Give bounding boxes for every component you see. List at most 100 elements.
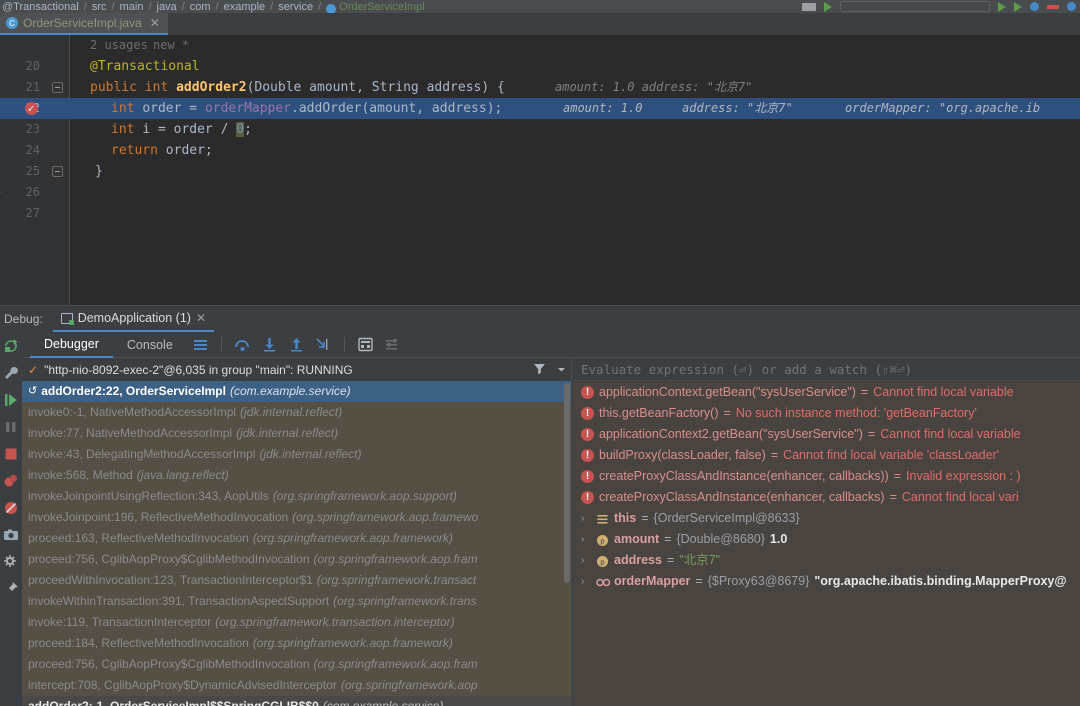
close-icon[interactable]: ✕ <box>150 16 160 30</box>
close-icon[interactable]: ✕ <box>196 311 206 325</box>
fold-marker-icon[interactable] <box>52 166 63 177</box>
variable-row-address[interactable]: › p address = "北京7" <box>573 550 1080 571</box>
line-number: 27 <box>25 206 40 220</box>
run-to-cursor-icon[interactable] <box>315 336 332 353</box>
breakpoint-icon[interactable] <box>25 99 38 120</box>
expand-chevron-icon[interactable]: › <box>581 550 591 571</box>
pause-program-icon[interactable] <box>3 419 19 435</box>
debug-session-tab[interactable]: DemoApplication (1) ✕ <box>52 306 215 332</box>
debug-button-icon[interactable] <box>1014 1 1022 12</box>
stop-icon[interactable] <box>3 446 19 462</box>
breadcrumb-item-2[interactable]: main <box>120 1 144 13</box>
view-breakpoints-icon[interactable] <box>3 473 19 489</box>
frames-list[interactable]: ↺ addOrder2:22, OrderServiceImpl (com.ex… <box>22 381 571 706</box>
frame-row[interactable]: invoke:77, NativeMethodAccessorImpl (jdk… <box>22 423 571 444</box>
expand-chevron-icon[interactable]: › <box>581 508 591 529</box>
frames-panel[interactable]: ✓ "http-nio-8092-exec-2"@6,035 in group … <box>22 359 572 706</box>
code-line-20[interactable]: 20 @Transactional <box>0 56 1080 77</box>
watch-row[interactable]: ! this.getBeanFactory() = No such instan… <box>573 403 1080 424</box>
settings-toolbar-icon[interactable] <box>1067 2 1076 11</box>
layout-settings-icon[interactable] <box>3 554 19 570</box>
code-token-return: return <box>111 143 166 158</box>
breadcrumb[interactable]: @Transactional / src / main / java / com… <box>0 0 1080 13</box>
variable-row-amount[interactable]: › p amount = {Double@8680} 1.0 <box>573 529 1080 550</box>
frame-row[interactable]: proceed:756, CglibAopProxy$CglibMethodIn… <box>22 549 571 570</box>
variables-list[interactable]: ! applicationContext.getBean("sysUserSer… <box>573 382 1080 706</box>
breadcrumb-item-4[interactable]: com <box>190 1 211 13</box>
thread-selector[interactable]: ✓ "http-nio-8092-exec-2"@6,035 in group … <box>22 359 571 381</box>
frame-row[interactable]: invokeJoinpoint:196, ReflectiveMethodInv… <box>22 507 571 528</box>
mute-breakpoints-icon[interactable] <box>3 500 19 516</box>
breadcrumb-item-5[interactable]: example <box>224 1 266 13</box>
frame-package: (org.springframework.transact <box>316 573 477 587</box>
frame-row[interactable]: invoke:43, DelegatingMethodAccessorImpl … <box>22 444 571 465</box>
resume-program-icon[interactable] <box>3 392 19 408</box>
breadcrumb-item-3[interactable]: java <box>157 1 177 13</box>
screenshot-icon[interactable] <box>3 527 19 543</box>
show-execution-point-icon[interactable] <box>192 336 209 353</box>
frame-row[interactable]: invoke:568, Method (java.lang.reflect) <box>22 465 571 486</box>
frame-package: (com.example.service) <box>322 699 444 706</box>
code-line-25[interactable]: 25 } <box>0 161 1080 182</box>
code-line-27[interactable]: 27 <box>0 203 1080 224</box>
frame-row[interactable]: proceed:184, ReflectiveMethodInvocation … <box>22 633 571 654</box>
editor-tab-orderserviceimpl[interactable]: C OrderServiceImpl.java ✕ <box>0 13 168 35</box>
expand-chevron-icon[interactable]: › <box>581 529 591 550</box>
code-line-24[interactable]: 24 return order; <box>0 140 1080 161</box>
breadcrumb-item-class[interactable]: OrderServiceImpl <box>339 1 425 13</box>
usages-hint[interactable]: 2 usages <box>80 35 148 56</box>
code-editor[interactable]: 2 usages new * 20 @Transactional 21 publ… <box>0 35 1080 305</box>
variable-equals: = <box>695 574 703 588</box>
code-line-23[interactable]: 23 int i = order / 0; <box>0 119 1080 140</box>
run-config-icon[interactable] <box>824 1 832 12</box>
code-line-21[interactable]: 21 public int addOrder2(Double amount, S… <box>0 77 1080 98</box>
project-icon[interactable] <box>802 2 816 11</box>
frame-row[interactable]: invokeWithinTransaction:391, Transaction… <box>22 591 571 612</box>
variables-panel[interactable]: Evaluate expression (⏎) or add a watch (… <box>573 359 1080 706</box>
frame-row-selected[interactable]: ↺ addOrder2:22, OrderServiceImpl (com.ex… <box>22 381 571 402</box>
step-out-icon[interactable] <box>288 336 305 353</box>
watch-row[interactable]: ! applicationContext.getBean("sysUserSer… <box>573 382 1080 403</box>
step-into-icon[interactable] <box>261 336 278 353</box>
evaluate-expression-icon[interactable] <box>357 336 374 353</box>
expand-chevron-icon[interactable]: › <box>581 571 591 592</box>
run-button-icon[interactable] <box>998 1 1006 12</box>
watch-row[interactable]: ! createProxyClassAndInstance(enhancer, … <box>573 487 1080 508</box>
breadcrumb-item-0[interactable]: @Transactional <box>2 1 79 13</box>
error-icon: ! <box>581 470 594 483</box>
settings-wrench-icon[interactable] <box>3 365 19 381</box>
variable-equals: = <box>641 511 649 525</box>
variable-row-ordermapper[interactable]: › orderMapper = {$Proxy63@8679} "org.apa… <box>573 571 1080 592</box>
run-configuration-selector[interactable] <box>840 1 990 12</box>
filter-icon[interactable] <box>533 362 546 380</box>
code-line-26[interactable]: 26 } <box>0 182 1080 203</box>
step-over-icon[interactable] <box>234 336 251 353</box>
frame-row[interactable]: addOrder2:-1, OrderServiceImpl$$SpringCG… <box>22 696 571 706</box>
frame-row[interactable]: invokeJoinpointUsingReflection:343, AopU… <box>22 486 571 507</box>
tab-debugger[interactable]: Debugger <box>30 332 113 358</box>
frame-row[interactable]: proceedWithInvocation:123, TransactionIn… <box>22 570 571 591</box>
chevron-down-icon[interactable] <box>556 362 567 380</box>
frames-scrollbar[interactable] <box>564 383 570 583</box>
rerun-icon[interactable] <box>3 338 19 354</box>
stop-toolbar-icon[interactable] <box>1047 4 1059 9</box>
frame-row[interactable]: invoke0:-1, NativeMethodAccessorImpl (jd… <box>22 402 571 423</box>
breadcrumb-item-6[interactable]: service <box>278 1 313 13</box>
watch-row[interactable]: ! createProxyClassAndInstance(enhancer, … <box>573 466 1080 487</box>
code-line-22-current[interactable]: 22 int order = orderMapper.addOrder(amou… <box>0 98 1080 120</box>
tab-console[interactable]: Console <box>113 332 187 358</box>
frame-row[interactable]: proceed:756, CglibAopProxy$CglibMethodIn… <box>22 654 571 675</box>
pin-tab-icon[interactable] <box>3 581 19 597</box>
frame-row[interactable]: invoke:119, TransactionInterceptor (org.… <box>22 612 571 633</box>
variable-row-this[interactable]: › this = {OrderServiceImpl@8633} <box>573 508 1080 529</box>
watch-row[interactable]: ! buildProxy(classLoader, false) = Canno… <box>573 445 1080 466</box>
breadcrumb-item-1[interactable]: src <box>92 1 107 13</box>
settings-icon[interactable] <box>384 336 401 353</box>
frame-row[interactable]: intercept:708, CglibAopProxy$DynamicAdvi… <box>22 675 571 696</box>
evaluate-expression-input[interactable]: Evaluate expression (⏎) or add a watch (… <box>573 359 1080 381</box>
fold-marker-icon[interactable] <box>52 82 63 93</box>
search-everywhere-icon[interactable] <box>1030 2 1039 11</box>
watch-row[interactable]: ! applicationContext2.getBean("sysUserSe… <box>573 424 1080 445</box>
watch-result: Cannot find local variable <box>880 427 1021 441</box>
frame-row[interactable]: proceed:163, ReflectiveMethodInvocation … <box>22 528 571 549</box>
